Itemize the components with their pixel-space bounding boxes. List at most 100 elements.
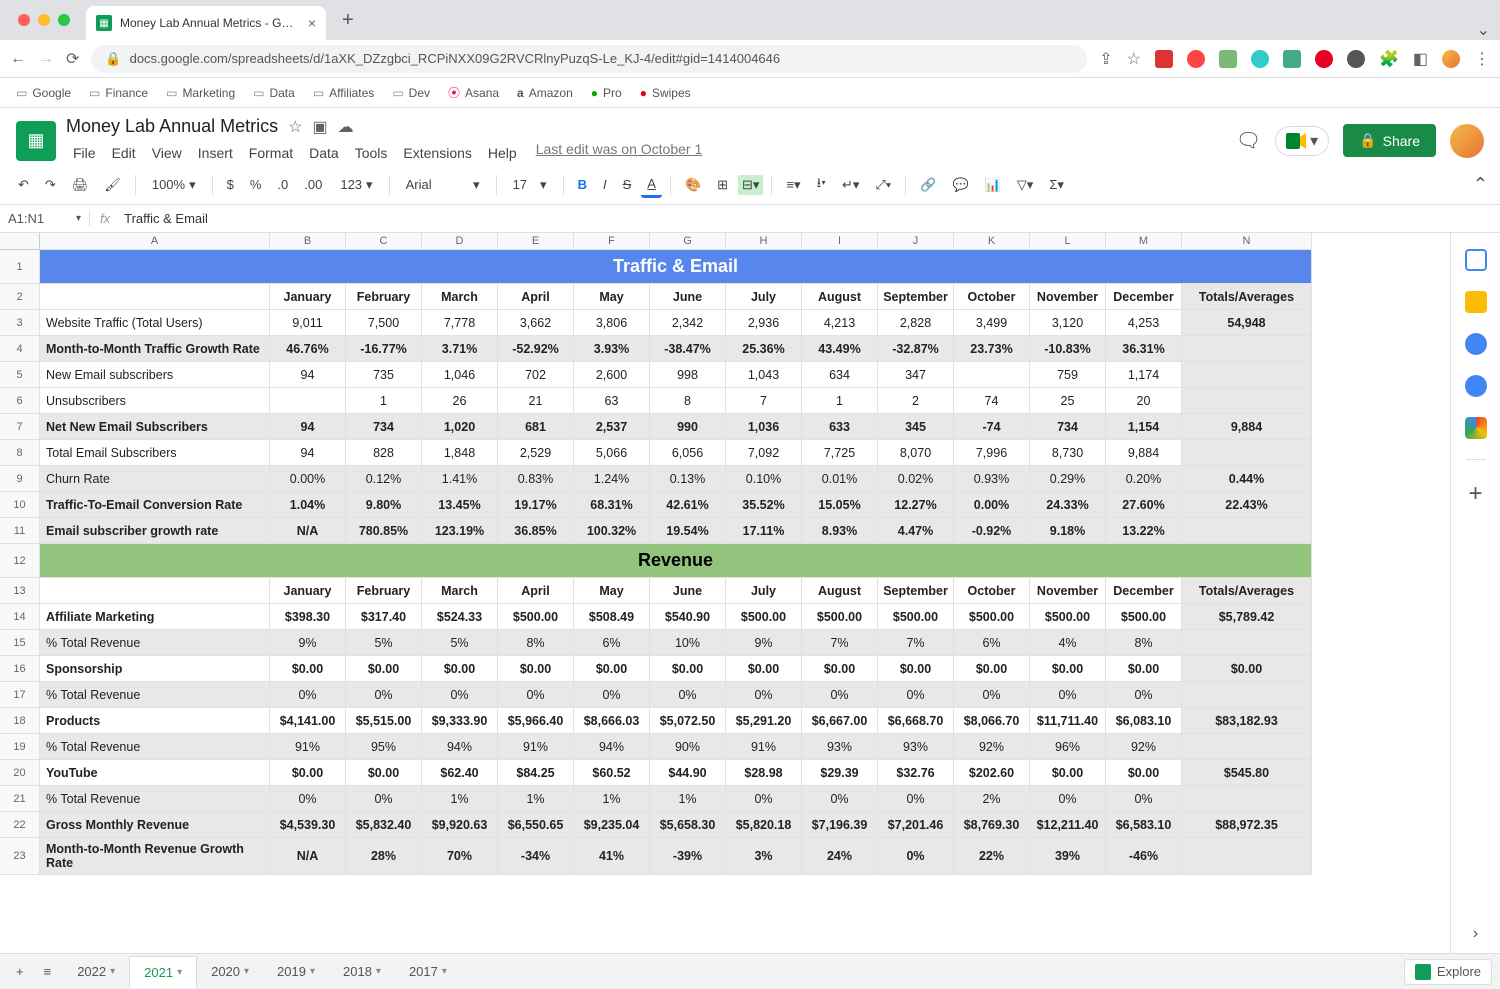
bookmark-finance[interactable]: ▭Finance <box>89 86 148 100</box>
undo-icon[interactable]: ↶ <box>12 173 35 197</box>
menu-view[interactable]: View <box>145 141 189 165</box>
maps-icon[interactable] <box>1465 417 1487 439</box>
menu-insert[interactable]: Insert <box>191 141 240 165</box>
add-addon-icon[interactable]: + <box>1468 480 1482 508</box>
bookmark-affiliates[interactable]: ▭Affiliates <box>313 86 374 100</box>
bookmark-swipes[interactable]: ●Swipes <box>640 86 691 100</box>
star-icon[interactable]: ☆ <box>1127 49 1141 69</box>
extension-icon[interactable] <box>1219 50 1237 68</box>
tasks-icon[interactable] <box>1465 333 1487 355</box>
star-icon[interactable]: ☆ <box>288 117 302 137</box>
share-button[interactable]: 🔒 Share <box>1343 124 1436 157</box>
chevron-down-icon[interactable]: ⌄ <box>1477 20 1490 40</box>
keep-icon[interactable] <box>1465 291 1487 313</box>
text-color-icon[interactable]: A <box>641 172 662 198</box>
wrap-icon[interactable]: ↵▾ <box>836 173 865 197</box>
h-align-icon[interactable]: ≡▾ <box>780 173 806 197</box>
zoom-dropdown[interactable]: 100%▾ <box>144 173 204 197</box>
link-icon[interactable]: 🔗 <box>914 173 942 197</box>
redo-icon[interactable]: ↷ <box>39 173 62 197</box>
back-icon[interactable]: ← <box>10 50 26 68</box>
spreadsheet[interactable]: ABCDEFGHIJKLMN1Traffic & Email2JanuaryFe… <box>0 233 1450 953</box>
bookmark-google[interactable]: ▭Google <box>16 86 71 100</box>
italic-icon[interactable]: I <box>597 173 613 196</box>
format-dropdown[interactable]: 123▾ <box>332 173 380 197</box>
extension-icon[interactable] <box>1155 50 1173 68</box>
sheet-tab-2018[interactable]: 2018▾ <box>329 956 395 988</box>
name-box[interactable]: A1:N1▾ <box>0 211 90 226</box>
bookmark-pro[interactable]: ●Pro <box>591 86 622 100</box>
contacts-icon[interactable] <box>1465 375 1487 397</box>
account-avatar-icon[interactable] <box>1450 124 1484 158</box>
menu-edit[interactable]: Edit <box>105 141 143 165</box>
decrease-decimal-icon[interactable]: .0 <box>271 173 294 196</box>
meet-button[interactable]: ▾ <box>1275 126 1329 156</box>
url-input[interactable]: 🔒 docs.google.com/spreadsheets/d/1aXK_DZ… <box>91 45 1087 73</box>
extensions-icon[interactable]: 🧩 <box>1379 49 1399 69</box>
new-tab-button[interactable]: + <box>334 9 362 32</box>
bold-icon[interactable]: B <box>572 173 593 196</box>
sheets-logo-icon[interactable]: ▦ <box>16 121 56 161</box>
calendar-icon[interactable] <box>1465 249 1487 271</box>
borders-icon[interactable]: ⊞ <box>711 173 734 197</box>
last-edit-link[interactable]: Last edit was on October 1 <box>536 141 703 165</box>
v-align-icon[interactable]: ⭳▾ <box>811 170 832 200</box>
font-dropdown[interactable]: Arial▾ <box>398 173 488 197</box>
hide-panel-icon[interactable]: › <box>1473 925 1478 943</box>
strikethrough-icon[interactable]: S <box>617 173 638 196</box>
print-icon[interactable]: 🖨 <box>66 173 95 197</box>
sidepanel-icon[interactable]: ◧ <box>1413 49 1428 69</box>
formula-content[interactable]: Traffic & Email <box>120 211 212 226</box>
extension-icon[interactable] <box>1251 50 1269 68</box>
profile-avatar-icon[interactable] <box>1442 50 1460 68</box>
extension-icon[interactable] <box>1283 50 1301 68</box>
sheet-tab-2020[interactable]: 2020▾ <box>197 956 263 988</box>
comment-icon[interactable]: 💬 <box>946 173 974 197</box>
add-sheet-icon[interactable]: + <box>8 958 32 985</box>
close-window-icon[interactable] <box>18 14 30 26</box>
menu-help[interactable]: Help <box>481 141 524 165</box>
menu-tools[interactable]: Tools <box>348 141 395 165</box>
bookmark-marketing[interactable]: ▭Marketing <box>166 86 235 100</box>
increase-decimal-icon[interactable]: .00 <box>298 173 328 196</box>
collapse-toolbar-icon[interactable]: ⌃ <box>1473 174 1488 195</box>
browser-tab[interactable]: ▦ Money Lab Annual Metrics - G… × <box>86 6 326 40</box>
sheet-tab-2021[interactable]: 2021▾ <box>129 956 197 988</box>
reload-icon[interactable]: ⟳ <box>66 49 79 69</box>
font-size-dropdown[interactable]: 17▾ <box>505 173 555 197</box>
sheet-tab-2022[interactable]: 2022▾ <box>63 956 129 988</box>
bookmark-dev[interactable]: ▭Dev <box>392 86 430 100</box>
doc-title[interactable]: Money Lab Annual Metrics <box>66 116 278 137</box>
menu-data[interactable]: Data <box>302 141 346 165</box>
comment-history-icon[interactable]: 🗨 <box>1236 128 1261 153</box>
all-sheets-icon[interactable]: ≡ <box>36 958 60 985</box>
functions-icon[interactable]: Σ▾ <box>1043 173 1070 197</box>
explore-button[interactable]: Explore <box>1404 959 1492 985</box>
percent-icon[interactable]: % <box>244 173 268 196</box>
menu-file[interactable]: File <box>66 141 103 165</box>
currency-icon[interactable]: $ <box>221 173 240 196</box>
extension-icon[interactable] <box>1187 50 1205 68</box>
move-icon[interactable]: ▣ <box>312 117 327 137</box>
menu-format[interactable]: Format <box>242 141 300 165</box>
cloud-icon[interactable]: ☁ <box>338 117 354 137</box>
paint-format-icon[interactable]: 🖌 <box>98 173 127 197</box>
filter-icon[interactable]: ▽▾ <box>1011 173 1040 197</box>
minimize-window-icon[interactable] <box>38 14 50 26</box>
fill-color-icon[interactable]: 🎨 <box>679 173 707 197</box>
sheet-tab-2017[interactable]: 2017▾ <box>395 956 461 988</box>
extension-icon[interactable] <box>1315 50 1333 68</box>
bookmark-asana[interactable]: ⦿Asana <box>448 84 499 101</box>
close-tab-icon[interactable]: × <box>308 15 316 31</box>
bookmark-amazon[interactable]: aAmazon <box>517 86 573 100</box>
sheet-tab-2019[interactable]: 2019▾ <box>263 956 329 988</box>
maximize-window-icon[interactable] <box>58 14 70 26</box>
merge-cells-icon[interactable]: ⊟▾ <box>738 175 763 195</box>
chart-icon[interactable]: 📊 <box>979 173 1007 197</box>
bookmark-data[interactable]: ▭Data <box>253 86 295 100</box>
share-icon[interactable]: ⇪ <box>1099 49 1112 69</box>
menu-icon[interactable]: ⋮ <box>1474 49 1490 69</box>
menu-extensions[interactable]: Extensions <box>396 141 478 165</box>
rotate-icon[interactable]: ⤢▾ <box>869 173 897 197</box>
extension-icon[interactable] <box>1347 50 1365 68</box>
